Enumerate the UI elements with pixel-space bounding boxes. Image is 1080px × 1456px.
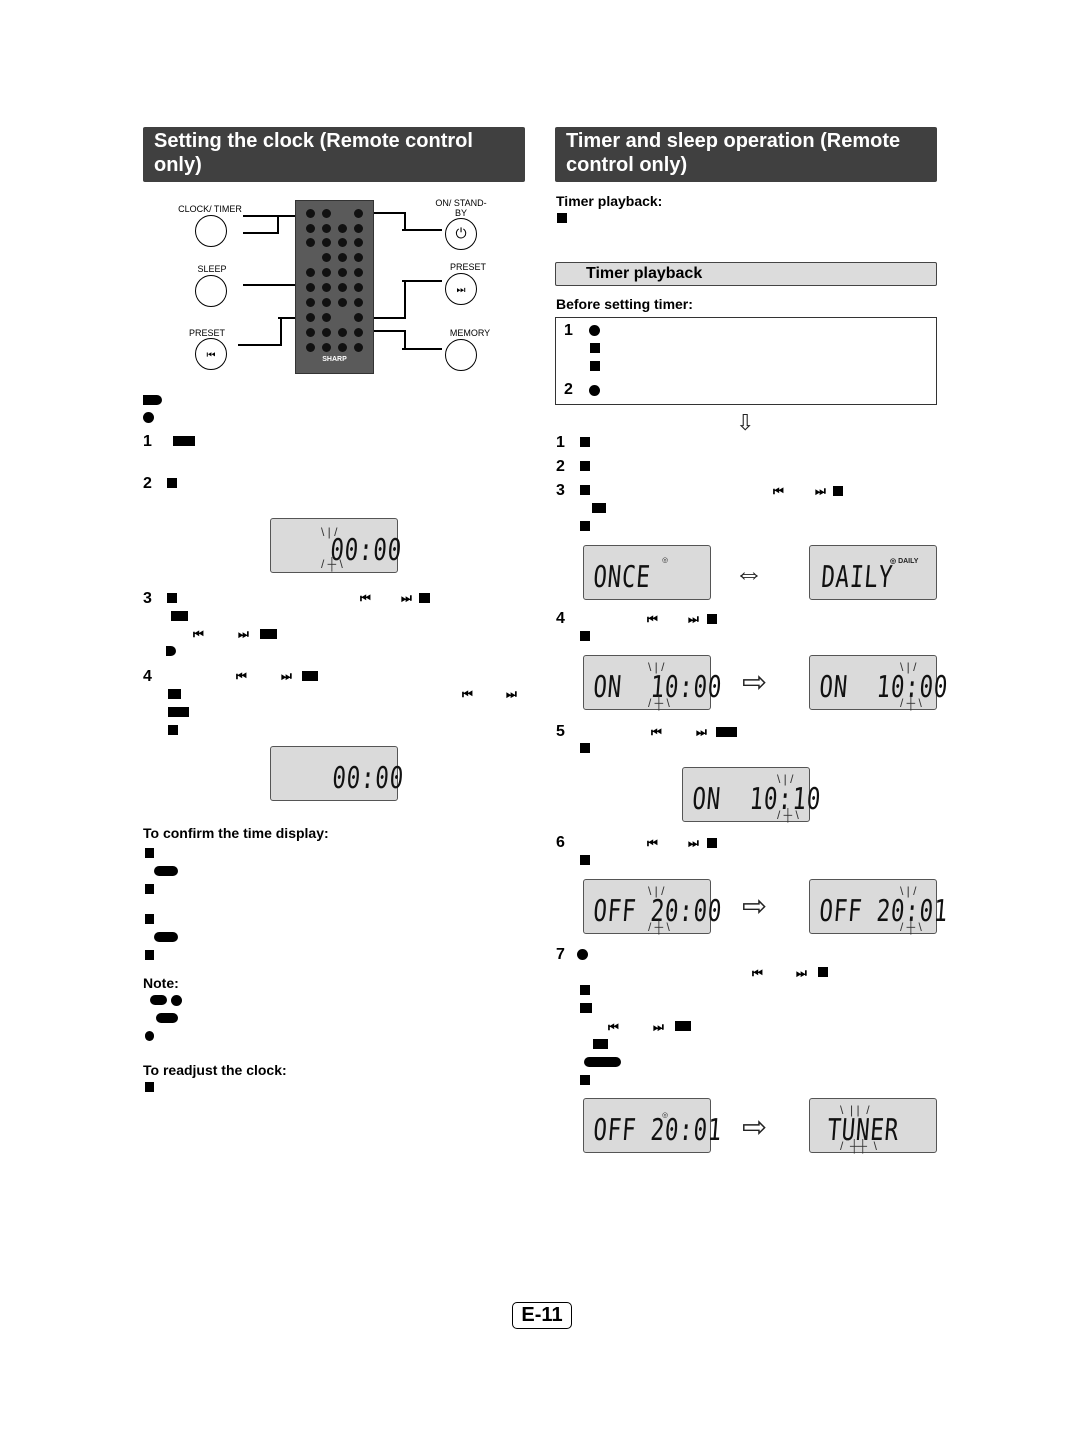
callout-label: MEMORY — [449, 328, 491, 338]
previous-icon: ⏮ — [360, 591, 371, 605]
section-title: Timer playback — [586, 265, 703, 282]
page-number: E-11 — [512, 1302, 572, 1329]
memory-button — [445, 339, 477, 371]
next-icon: ⏭ — [696, 725, 707, 739]
down-arrow-icon: ⇩ — [736, 410, 755, 435]
next-icon: ⏭ — [456, 285, 466, 296]
power-icon: ⏻ — [455, 225, 467, 241]
next-icon: ⏭ — [281, 669, 292, 683]
lcd-display: 00:00 — [270, 746, 405, 801]
right-section-header: Timer and sleep operation (Remote contro… — [555, 127, 937, 182]
manual-page: Setting the clock (Remote control only) … — [0, 0, 1080, 1456]
confirm-heading: To confirm the time display: — [143, 825, 329, 841]
previous-icon: ⏮ — [193, 627, 204, 641]
next-icon: ⏭ — [796, 966, 807, 980]
previous-icon: ⏮ — [462, 687, 473, 701]
callout-label: SLEEP — [197, 264, 227, 274]
double-arrow-icon: ⇔ — [734, 557, 764, 590]
previous-icon: ⏮ — [647, 612, 658, 626]
previous-icon: ⏮ — [651, 725, 662, 739]
next-icon: ⏭ — [238, 627, 249, 641]
preset-previous-button: ⏮ — [195, 338, 227, 370]
lcd-display: 00:00 \ | / / ┼ \ — [270, 518, 403, 573]
before-setting-box: 1 2 — [555, 317, 937, 405]
on-standby-button: ⏻ — [445, 218, 477, 250]
callout-label: ON/ STAND-BY — [435, 198, 487, 218]
right-arrow-icon: ⇨ — [742, 1111, 768, 1144]
previous-icon: ⏮ — [608, 1020, 619, 1034]
lcd-off-hour: OFF 20:00 \ | / / ┼ \ — [583, 879, 723, 934]
lcd-on-minute: ON 10:00 \ | / / ┼ \ — [809, 655, 949, 710]
lcd-on-hour: ON 10:00 \ | / / ┼ \ — [583, 655, 723, 710]
next-icon: ⏭ — [506, 687, 517, 701]
step-number: 6 — [556, 834, 565, 851]
right-arrow-icon: ⇨ — [742, 666, 768, 699]
callout-label: PRESET — [188, 328, 225, 338]
readjust-heading: To readjust the clock: — [143, 1062, 287, 1078]
step-number: 2 — [556, 458, 565, 475]
lcd-off-minute: OFF 20:01 \ | / / ┼ \ — [809, 879, 949, 934]
preset-next-button: ⏭ — [445, 273, 477, 305]
step-number: 3 — [143, 590, 152, 607]
next-icon: ⏭ — [401, 591, 412, 605]
step-number: 7 — [556, 946, 565, 963]
sleep-button — [195, 275, 227, 307]
step-number: 4 — [556, 610, 565, 627]
previous-icon: ⏮ — [206, 350, 216, 361]
note-heading: Note: — [143, 975, 179, 991]
previous-icon: ⏮ — [647, 836, 658, 850]
callout-label: PRESET — [449, 262, 486, 272]
brand-logo: SHARP — [322, 356, 347, 363]
previous-icon: ⏮ — [752, 966, 763, 980]
left-section-header: Setting the clock (Remote control only) — [143, 127, 525, 182]
previous-icon: ⏮ — [773, 484, 784, 498]
step-number: 1 — [556, 434, 565, 451]
step-number: 2 — [143, 475, 152, 492]
callout-label: CLOCK/ TIMER — [178, 204, 242, 214]
step-number: 5 — [556, 723, 565, 740]
remote-control-image: SHARP — [295, 200, 374, 374]
step-number: 4 — [143, 668, 152, 685]
lcd-daily: DAILY ◎ DAILY — [809, 545, 937, 600]
step-number: 1 — [143, 433, 152, 450]
lcd-tuner: TUNER \ | | / / ┼┼ \ — [809, 1098, 937, 1153]
lcd-off-time: OFF 20:01 ◎ — [583, 1098, 723, 1153]
clock-timer-button — [195, 215, 227, 247]
before-setting-heading: Before setting timer: — [556, 296, 693, 312]
next-icon: ⏭ — [815, 484, 826, 498]
lcd-once: ONCE ◎ — [583, 545, 711, 600]
right-arrow-icon: ⇨ — [742, 890, 768, 923]
next-icon: ⏭ — [688, 836, 699, 850]
section-title-bar: Timer playback — [555, 262, 937, 286]
timer-playback-label: Timer playback: — [556, 193, 663, 209]
lcd-on-time: ON 10:10 \ | / / ┼ \ — [682, 767, 822, 822]
previous-icon: ⏮ — [236, 669, 247, 683]
step-number: 3 — [556, 482, 565, 499]
next-icon: ⏭ — [653, 1020, 664, 1034]
next-icon: ⏭ — [688, 612, 699, 626]
